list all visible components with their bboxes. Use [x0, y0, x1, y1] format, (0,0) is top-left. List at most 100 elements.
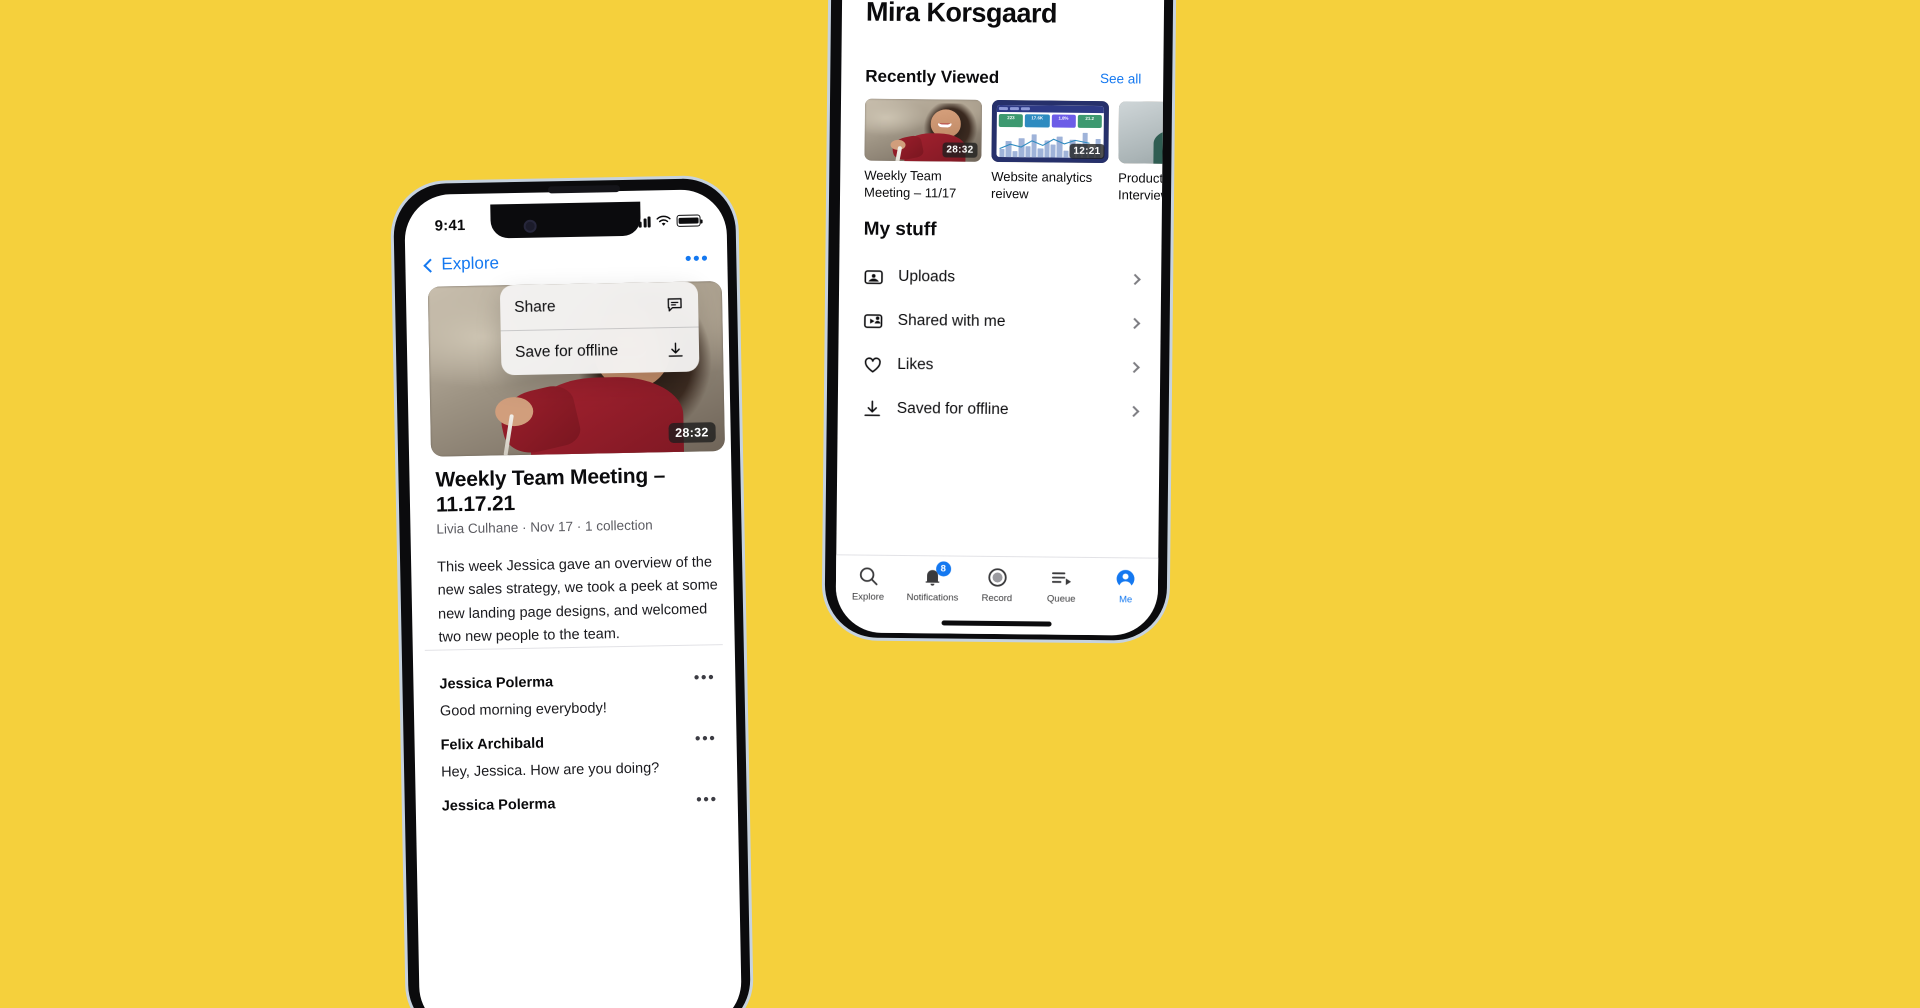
download-icon [864, 400, 881, 416]
video-date: Nov 17 [530, 518, 574, 535]
video-meta: Livia Culhane · Nov 17 · 1 collection [436, 517, 652, 536]
chevron-right-icon [1129, 273, 1141, 286]
list-item-label: Saved for offline [896, 399, 1009, 419]
chevron-right-icon [1129, 317, 1141, 330]
video-duration-badge: 28:32 [942, 142, 978, 158]
video-duration-badge: 28:32 [667, 422, 716, 444]
status-indicators [634, 214, 701, 228]
comment-item: Jessica Polerma ••• [415, 783, 738, 823]
tab-me[interactable]: Me [1093, 567, 1158, 606]
share-message-icon [667, 298, 682, 312]
status-time: 9:41 [434, 216, 466, 235]
mute-switch[interactable] [391, 317, 396, 344]
tab-label: Queue [1046, 593, 1076, 605]
kpi-value: 17.6K [1025, 114, 1050, 128]
shared-with-me-icon [864, 313, 883, 328]
earpiece-speaker [547, 185, 621, 194]
video-thumbnail[interactable]: 223 17.6K 1.8% 21.2 12:21 [991, 99, 1110, 164]
list-item-saved-for-offline[interactable]: Saved for offline [838, 386, 1160, 433]
menu-item-save-offline-label: Save for offline [514, 342, 619, 362]
list-item-shared-with-me[interactable]: Shared with me [838, 298, 1160, 345]
menu-item-save-offline[interactable]: Save for offline [500, 326, 700, 376]
display-notch [490, 201, 641, 239]
uploads-icon [864, 269, 883, 284]
video-title: Website analytics reivew [990, 168, 1093, 202]
video-thumbnail[interactable]: 28:32 [864, 98, 983, 162]
volume-up-button[interactable] [391, 368, 398, 419]
recently-viewed-heading: Recently Viewed [865, 66, 1000, 87]
comments-list: Jessica Polerma ••• Good morning everybo… [413, 661, 738, 823]
phone-device-right: Mira Korsgaard Recently Viewed See all 2… [821, 0, 1179, 644]
tab-record[interactable]: Record [965, 566, 1030, 605]
page-title: Mira Korsgaard [865, 0, 1058, 29]
tab-explore[interactable]: Explore [836, 564, 901, 603]
tab-queue[interactable]: Queue [1029, 566, 1094, 605]
see-all-button[interactable]: See all [1100, 71, 1141, 86]
queue-icon [1051, 572, 1072, 586]
navigation-bar: Explore ••• [405, 237, 728, 287]
video-title: Weekly Team Meeting – 11.17.21 [435, 464, 666, 517]
video-description: This week Jessica gave an overview of th… [437, 554, 718, 647]
download-icon [668, 342, 683, 357]
power-button[interactable] [738, 391, 746, 462]
video-thumbnail[interactable] [1118, 101, 1166, 165]
wifi-icon [656, 215, 671, 226]
volume-up-button[interactable] [823, 209, 829, 260]
meta-sep-2: · [576, 518, 582, 534]
kpi-value: 223 [998, 113, 1024, 128]
context-menu: Share Save for offline [499, 281, 700, 376]
menu-item-share-label: Share [514, 297, 556, 316]
meta-sep-1: · [521, 519, 527, 535]
profile-screen: Mira Korsgaard Recently Viewed See all 2… [835, 0, 1167, 636]
video-title: Product Research Interview [1117, 170, 1166, 203]
my-stuff-list: Uploads Shared with me Likes Saved for o… [838, 254, 1162, 433]
video-title: Weekly Team Meeting – 11/17 [863, 167, 957, 201]
comment-item: Jessica Polerma ••• Good morning everybo… [413, 661, 736, 728]
comment-text: Hey, Jessica. How are you doing? [440, 760, 660, 781]
my-stuff-heading: My stuff [863, 218, 937, 241]
video-collections: 1 collection [584, 517, 653, 534]
volume-down-button[interactable] [822, 273, 829, 324]
tab-label: Record [981, 592, 1013, 605]
power-button[interactable] [1169, 240, 1176, 311]
tab-label: Me [1118, 594, 1133, 606]
comment-author: Jessica Polerma [439, 674, 554, 693]
comment-author: Jessica Polerma [441, 796, 556, 815]
comment-options-button[interactable]: ••• [694, 669, 716, 686]
chevron-right-icon [1128, 361, 1140, 374]
chevron-right-icon [1128, 405, 1140, 418]
overflow-menu-button[interactable]: ••• [685, 248, 710, 269]
list-item-label: Likes [897, 355, 934, 374]
search-icon [859, 567, 878, 586]
video-author: Livia Culhane [436, 520, 519, 537]
list-item-likes[interactable]: Likes [838, 342, 1160, 389]
comment-author: Felix Archibald [440, 735, 545, 754]
comment-item: Felix Archibald ••• Hey, Jessica. How ar… [414, 722, 737, 789]
battery-icon [676, 214, 701, 227]
notification-badge: 8 [935, 561, 951, 577]
menu-item-share[interactable]: Share [500, 282, 699, 331]
back-to-explore-button[interactable]: Explore [423, 253, 500, 274]
kpi-value: 1.8% [1051, 114, 1076, 128]
comment-options-button[interactable]: ••• [696, 791, 718, 808]
comment-options-button[interactable]: ••• [695, 730, 717, 747]
recently-viewed-card[interactable]: 223 17.6K 1.8% 21.2 12:21 Website analyt… [990, 99, 1110, 221]
tab-notifications[interactable]: 8 Notifications [900, 561, 965, 604]
recently-viewed-row[interactable]: 28:32 Weekly Team Meeting – 11/17 223 17… [863, 98, 1166, 222]
interview-poster-image [1118, 101, 1166, 165]
kpi-value: 21.2 [1077, 114, 1102, 129]
chevron-left-icon [423, 258, 438, 273]
mute-switch[interactable] [825, 155, 830, 182]
back-label: Explore [441, 253, 500, 274]
volume-down-button[interactable] [392, 432, 399, 483]
record-icon [987, 568, 1007, 587]
list-item-uploads[interactable]: Uploads [839, 254, 1161, 301]
list-item-label: Uploads [898, 267, 956, 286]
tab-label: Notifications [906, 592, 959, 604]
recently-viewed-card[interactable]: 28:32 Weekly Team Meeting – 11/17 [863, 98, 983, 220]
recently-viewed-card[interactable]: Product Research Interview [1117, 101, 1166, 221]
video-detail-screen: 9:41 Explore ••• 28:32 Share Save for of… [404, 188, 743, 1008]
tab-label: Explore [851, 591, 885, 603]
video-duration-badge: 12:21 [1069, 143, 1105, 160]
comment-text: Good morning everybody! [439, 700, 607, 720]
